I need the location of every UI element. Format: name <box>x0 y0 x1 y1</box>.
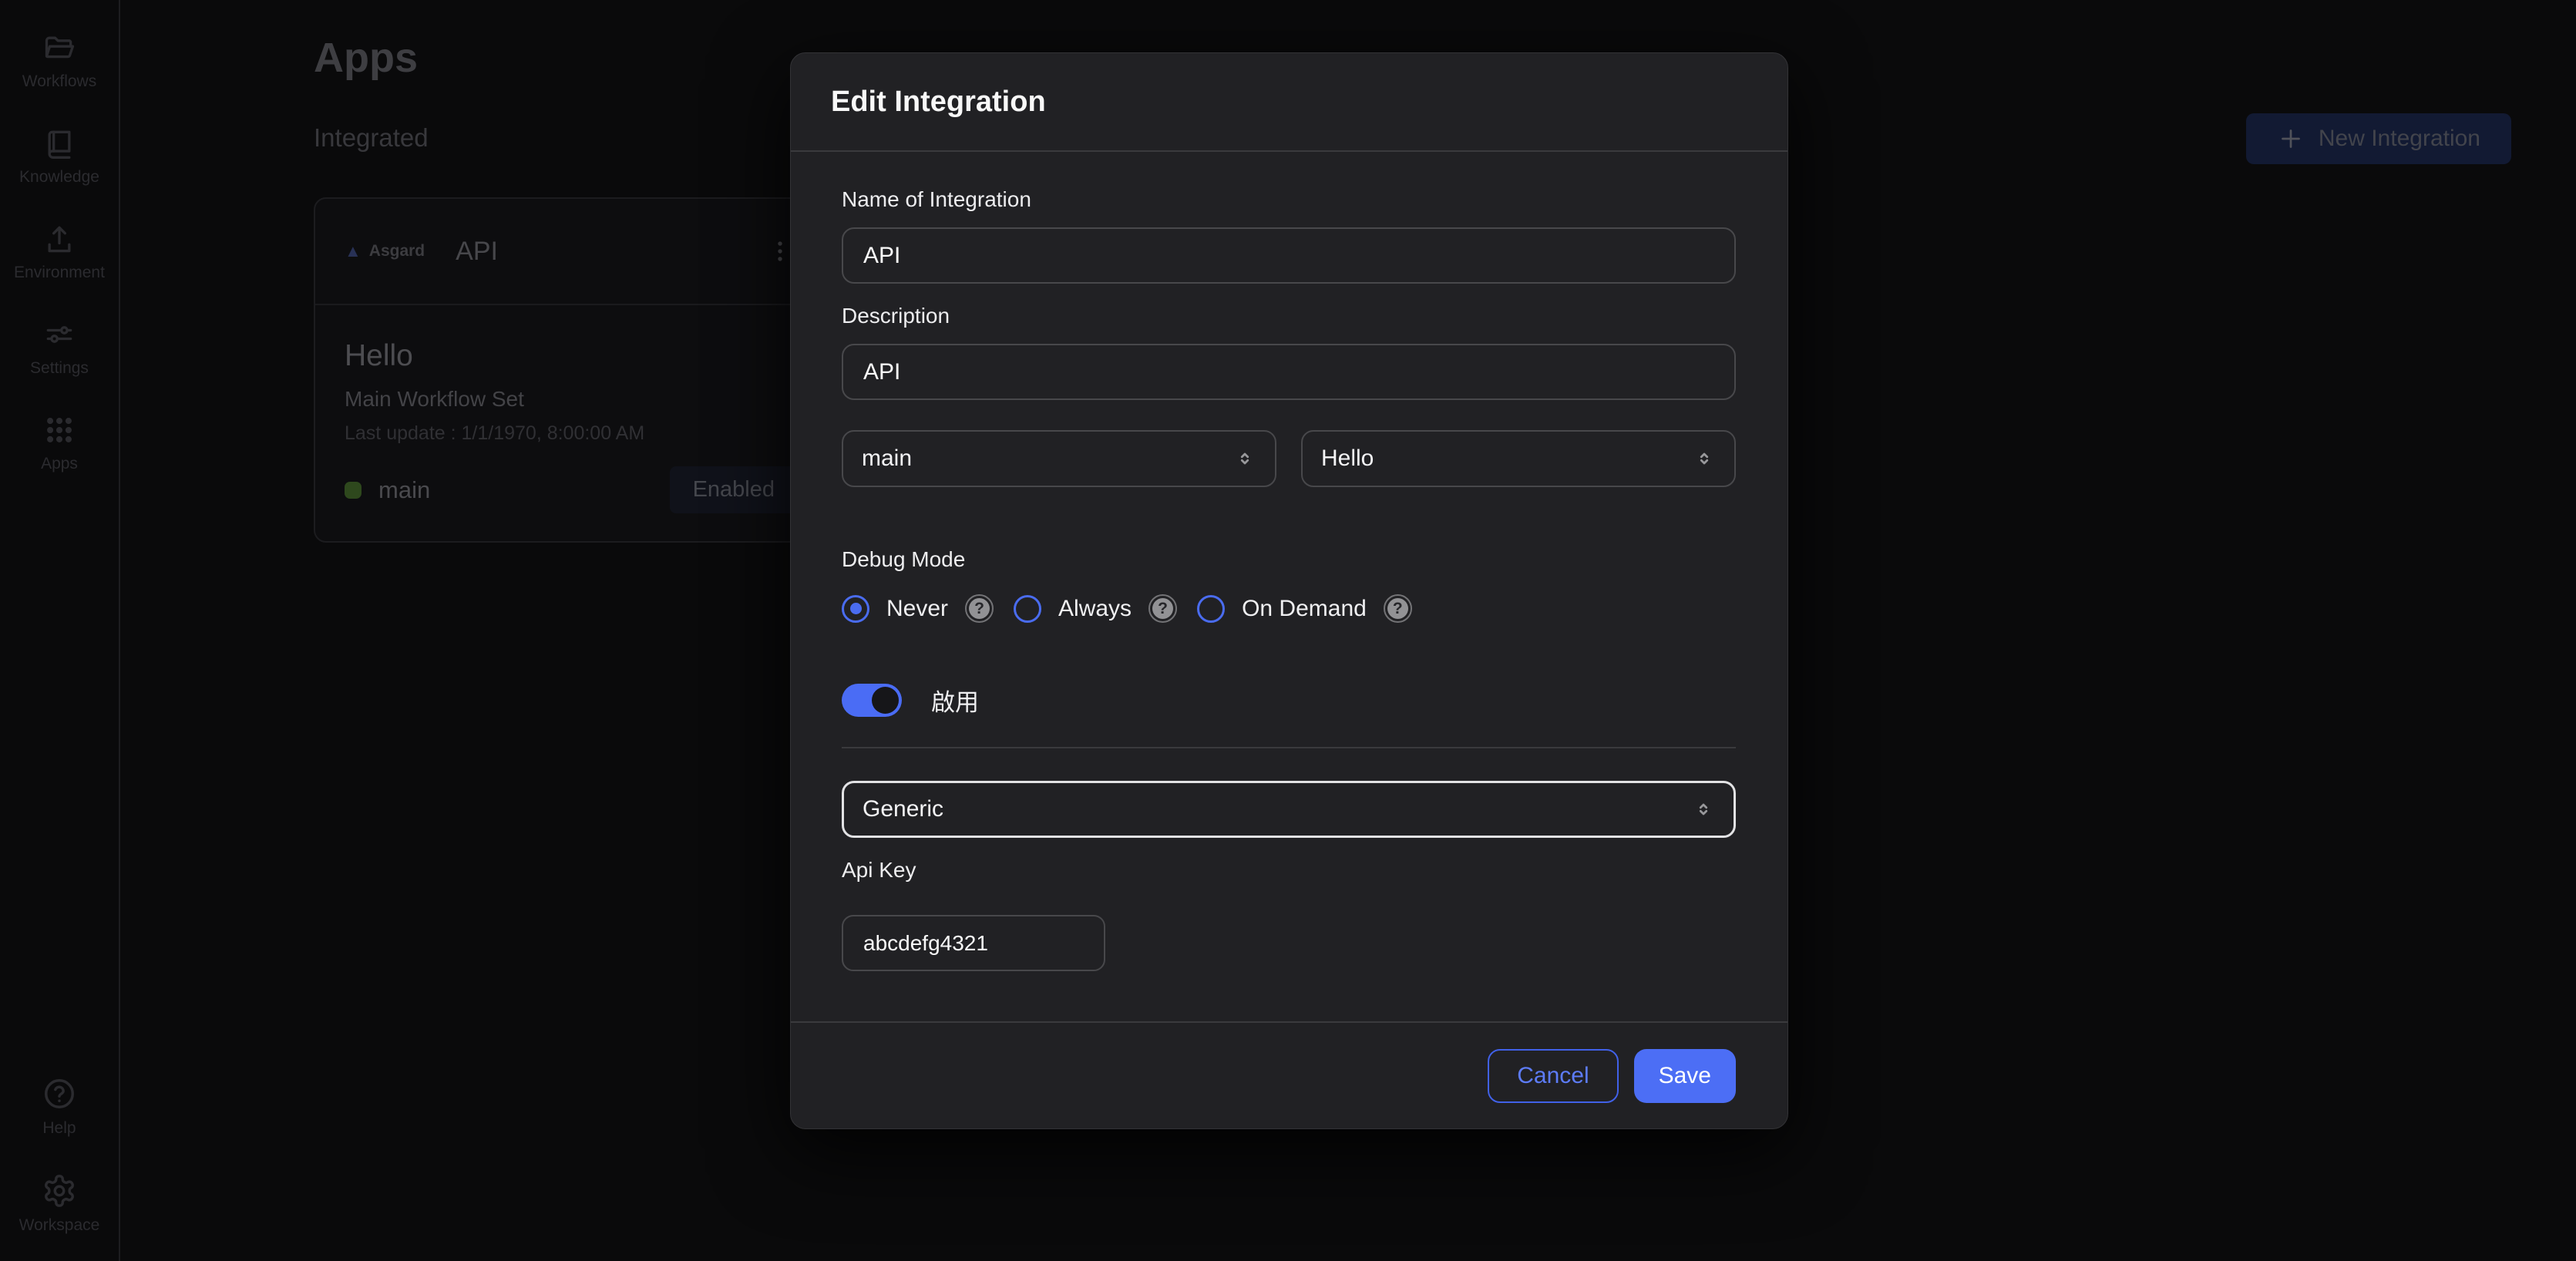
chevron-up-down-icon <box>1693 447 1716 470</box>
radio-label: Never <box>886 596 948 622</box>
integration-type-select[interactable]: Generic <box>842 781 1736 838</box>
chevron-up-down-icon <box>1233 447 1256 470</box>
branch-status-dot <box>345 482 362 499</box>
chevron-up-down-icon <box>1692 798 1715 821</box>
gear-icon <box>42 1173 77 1209</box>
modal-footer: Cancel Save <box>791 1021 1787 1128</box>
sidebar-item-label: Help <box>42 1119 76 1138</box>
card-title: API <box>456 237 498 267</box>
branch-name: main <box>378 476 430 504</box>
help-tooltip-icon[interactable]: ? <box>1148 594 1177 623</box>
modal-header: Edit Integration <box>791 53 1787 152</box>
radio-option-always: Always ? <box>1014 594 1177 623</box>
integration-type-value: Generic <box>863 796 943 822</box>
radio-button[interactable] <box>1014 595 1041 623</box>
radio-option-never: Never ? <box>842 594 994 623</box>
new-integration-button[interactable]: New Integration <box>2246 113 2511 164</box>
name-field-label: Name of Integration <box>842 187 1736 212</box>
workflow-set-name: Hello <box>345 339 798 373</box>
asgard-logo-icon: ▲ <box>345 243 362 260</box>
sidebar-item-label: Workflows <box>22 72 96 91</box>
last-update-text: Last update : 1/1/1970, 8:00:00 AM <box>345 422 798 445</box>
integration-card: ▲ Asgard API Hello Main Workflow Set Las… <box>314 197 829 543</box>
debug-mode-label: Debug Mode <box>842 547 1736 572</box>
help-tooltip-icon[interactable]: ? <box>1384 594 1412 623</box>
sidebar-item-label: Apps <box>41 455 78 473</box>
workflow-select-value: main <box>862 446 912 472</box>
description-input[interactable] <box>842 344 1736 400</box>
sidebar-item-workspace[interactable]: Workspace <box>0 1173 119 1235</box>
status-badge: Enabled <box>670 466 798 513</box>
help-tooltip-icon[interactable]: ? <box>965 594 994 623</box>
sidebar-item-settings[interactable]: Settings <box>0 318 119 378</box>
enable-toggle-row: 啟用 <box>842 683 1736 718</box>
workflow-select[interactable]: main <box>842 430 1276 487</box>
integration-name-input[interactable] <box>842 227 1736 284</box>
brand-logo: ▲ Asgard <box>345 242 425 261</box>
sidebar-item-apps[interactable]: Apps <box>0 413 119 473</box>
modal-title: Edit Integration <box>831 86 1046 119</box>
section-title: Integrated <box>314 123 429 153</box>
page-title: Apps <box>314 34 418 82</box>
select-row: main Hello <box>842 430 1736 487</box>
sidebar-item-label: Environment <box>14 264 105 282</box>
help-circle-icon <box>42 1076 77 1111</box>
modal-body: Name of Integration Description main Hel… <box>791 152 1787 1021</box>
sidebar-item-help[interactable]: Help <box>0 1076 119 1138</box>
sidebar-item-knowledge[interactable]: Knowledge <box>0 126 119 187</box>
grid-dots-icon <box>42 413 76 447</box>
edit-integration-modal: Edit Integration Name of Integration Des… <box>790 52 1788 1129</box>
radio-label: On Demand <box>1242 596 1367 622</box>
save-button[interactable]: Save <box>1634 1049 1736 1103</box>
sidebar-item-label: Knowledge <box>19 168 99 187</box>
api-key-input[interactable] <box>842 915 1105 971</box>
integration-card-body: Hello Main Workflow Set Last update : 1/… <box>315 305 827 541</box>
sidebar: Workflows Knowledge Environment Settings… <box>0 0 120 1261</box>
debug-mode-radio-group: Never ? Always ? On Demand ? <box>842 594 1736 623</box>
brand-name: Asgard <box>369 242 425 261</box>
toggle-knob <box>872 687 899 714</box>
workflow-set-select-value: Hello <box>1321 446 1374 472</box>
card-footer: main Enabled <box>345 466 798 513</box>
plus-icon <box>2277 125 2305 153</box>
upload-icon <box>42 222 76 256</box>
sidebar-item-label: Settings <box>30 359 89 378</box>
sidebar-item-workflows[interactable]: Workflows <box>0 31 119 91</box>
book-icon <box>42 126 76 160</box>
workflow-set-subtitle: Main Workflow Set <box>345 387 798 412</box>
workflow-set-select[interactable]: Hello <box>1301 430 1736 487</box>
radio-button[interactable] <box>842 595 869 623</box>
api-key-label: Api Key <box>842 858 1736 883</box>
new-integration-label: New Integration <box>2319 126 2480 152</box>
integration-card-header: ▲ Asgard API <box>315 199 827 305</box>
sliders-icon <box>42 318 76 351</box>
radio-label: Always <box>1058 596 1132 622</box>
sidebar-item-label: Workspace <box>19 1216 100 1235</box>
radio-button[interactable] <box>1197 595 1225 623</box>
folder-icon <box>42 31 76 65</box>
enable-toggle[interactable] <box>842 684 902 717</box>
sidebar-item-environment[interactable]: Environment <box>0 222 119 282</box>
cancel-button[interactable]: Cancel <box>1488 1049 1618 1103</box>
section-divider <box>842 747 1736 748</box>
enable-toggle-label: 啟用 <box>931 683 979 718</box>
radio-option-on-demand: On Demand ? <box>1197 594 1412 623</box>
description-field-label: Description <box>842 304 1736 328</box>
